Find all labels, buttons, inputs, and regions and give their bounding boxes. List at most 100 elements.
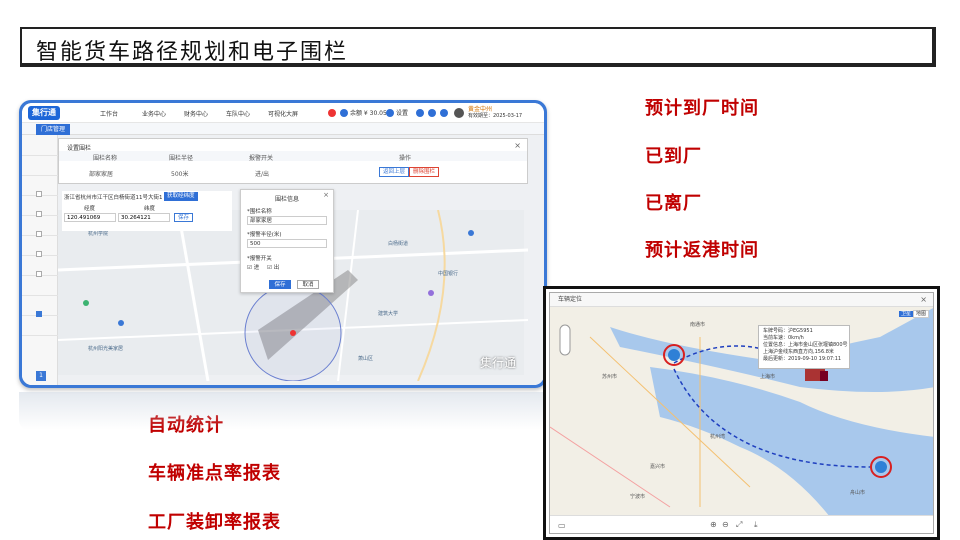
fence-dialog: 设置围栏 × 围栏名称 围栏半径 报警开关 操作 部家家居 500米 进/出 返… [58, 138, 528, 184]
app-reflection [19, 392, 547, 430]
feature-departed: 已离厂 [645, 193, 702, 214]
poi-marker [428, 290, 434, 296]
tracking-map-footer: ▭ ⊕ ⊖ ⤢ ⤓ [550, 515, 933, 533]
info-speed: 当前车速：0km/h [763, 335, 804, 341]
feature-loading-report: 工厂装卸率报表 [148, 512, 281, 533]
cell-fence-radius: 500米 [171, 171, 189, 178]
row-checkbox[interactable] [36, 271, 42, 277]
tracking-map-header: 车辆定位 × [550, 293, 933, 307]
tab-store-management[interactable]: 门店管理 [36, 124, 71, 135]
avatar[interactable] [454, 108, 464, 118]
info-updated: 最后更新：2019-09-10 19:07:11 [763, 356, 842, 362]
account-balance: 余额 ¥ 30.05 [350, 110, 387, 117]
layer-toggle[interactable]: 卫星 地图 [898, 310, 929, 318]
app-logo: 集行通 [28, 106, 60, 120]
close-icon[interactable]: × [323, 191, 329, 199]
city-label: 苏州市 [602, 374, 618, 380]
city-label: 舟山市 [850, 490, 866, 496]
tracking-map-canvas[interactable] [550, 307, 934, 517]
col-fence-radius: 围栏半径 [169, 155, 194, 162]
app-screenshot: 集行通 工作台 业务中心 财务中心 车队中心 可视化大屏 余额 ¥ 30.05 … [19, 100, 547, 388]
poi-marker [468, 230, 474, 236]
radius-input[interactable]: 500 [247, 239, 327, 248]
fence-info-popup: 围栏信息 × *围栏名称 部家家居 *报警半径(米) 500 *报警开关 ☑ 进… [240, 189, 334, 293]
tracking-map-title: 车辆定位 [558, 296, 583, 303]
map-label: 建筑大学 [378, 311, 399, 317]
row-checkbox[interactable] [36, 251, 42, 257]
bell-icon[interactable] [416, 109, 424, 117]
gear-icon[interactable] [386, 109, 394, 117]
alarm-switch-label: *报警开关 [247, 256, 272, 262]
feature-arrived: 已到厂 [645, 146, 702, 167]
lng-input[interactable]: 120.491069 [64, 213, 116, 222]
row-checkbox[interactable] [36, 191, 42, 197]
phone-icon[interactable] [428, 109, 436, 117]
nav-business[interactable]: 业务中心 [142, 109, 166, 118]
address-input[interactable]: 浙江省杭州市江干区白杨街道11号大街1 [64, 193, 162, 201]
download-icon[interactable]: ⤓ [754, 520, 758, 530]
nav-dashboard[interactable]: 可视化大屏 [268, 109, 298, 118]
save-coord-button[interactable]: 保存 [174, 213, 194, 222]
city-label: 嘉兴市 [650, 464, 666, 470]
watermark: 集行通 [479, 356, 516, 370]
zoom-in-icon[interactable]: ⊕ [710, 520, 717, 529]
popup-title: 围栏信息 [274, 196, 299, 203]
row-checkbox[interactable] [36, 231, 42, 237]
feature-eta-port: 预计返港时间 [645, 240, 759, 261]
table-rows: 1 [22, 135, 58, 385]
settings-link[interactable]: 设置 [396, 108, 408, 117]
lat-input[interactable]: 30.264121 [118, 213, 170, 222]
map-label: 白杨街道 [388, 241, 409, 247]
nav-workbench[interactable]: 工作台 [100, 109, 118, 118]
fence-name-input[interactable]: 部家家居 [247, 216, 327, 225]
satellite-toggle[interactable]: 卫星 [898, 311, 913, 317]
map-label: 中国银行 [438, 271, 459, 277]
vehicle-info-box: 车牌号码：沪EG5951 当前车速：0km/h 位置信息：上海市金山区张堰镇80… [758, 325, 850, 369]
screenshot-icon[interactable]: ▭ [558, 521, 566, 530]
info-direction: 上海沪金线东西直方向,156.8米 [763, 349, 834, 355]
alarm-opt-in[interactable]: ☑ 进 [247, 263, 259, 271]
nav-fleet[interactable]: 车队中心 [226, 109, 250, 118]
tracking-map-frame: 车辆定位 × 苏州市 上海市 南通市 嘉兴市 宁波市 舟山市 杭州湾 卫星 地图… [543, 286, 940, 540]
expire-date: 有效期至：2025-03-17 [468, 113, 523, 119]
coord-panel: 浙江省杭州市江干区白杨街道11号大街1 获取经纬度 经度 纬度 120.4910… [62, 191, 232, 231]
back-button[interactable]: 返回上层 [379, 167, 410, 177]
map-label: 杭州学院 [88, 231, 109, 237]
app-tabs: 门店管理 [22, 123, 544, 135]
popup-save-button[interactable]: 保存 [269, 280, 291, 289]
map-label: 萧山区 [358, 356, 374, 362]
pagination-current[interactable]: 1 [36, 371, 46, 381]
close-icon[interactable]: × [920, 293, 927, 307]
city-label: 宁波市 [630, 494, 646, 500]
row-checkbox[interactable] [36, 211, 42, 217]
city-label: 杭州湾 [710, 434, 726, 440]
popup-cancel-button[interactable]: 取消 [297, 280, 319, 289]
close-icon[interactable]: × [514, 141, 521, 150]
message-icon[interactable] [440, 109, 448, 117]
poi-marker [118, 320, 124, 326]
cell-alarm: 进/出 [255, 171, 270, 178]
slide-title: 智能货车路径规划和电子围栏 [36, 40, 349, 65]
feature-eta-factory: 预计到厂时间 [645, 98, 759, 119]
notify-icon[interactable] [328, 109, 336, 117]
zoom-out-icon[interactable]: ⊖ [722, 520, 729, 529]
slide: 智能货车路径规划和电子围栏 预计到厂时间 已到厂 已离厂 预计返港时间 自动统计… [0, 0, 960, 540]
lat-label: 纬度 [144, 206, 156, 212]
map-label: 杭州阳光美家居 [88, 346, 124, 352]
wallet-icon [340, 109, 348, 117]
alarm-opt-out[interactable]: ☑ 出 [267, 263, 279, 271]
col-actions: 操作 [399, 155, 412, 162]
radius-label: *报警半径(米) [247, 232, 282, 238]
col-fence-name: 围栏名称 [93, 155, 118, 162]
cell-fence-name: 部家家居 [89, 171, 114, 178]
nav-finance[interactable]: 财务中心 [184, 109, 208, 118]
info-plate: 车牌号码：沪EG5951 [763, 328, 813, 334]
map-toggle[interactable]: 地图 [912, 310, 929, 318]
lng-label: 经度 [84, 206, 96, 212]
slide-title-bar: 智能货车路径规划和电子围栏 [20, 27, 936, 67]
fullscreen-icon[interactable]: ⤢ [736, 520, 742, 530]
delete-fence-button[interactable]: 删除围栏 [409, 167, 440, 177]
row-checkbox-checked[interactable] [36, 311, 42, 317]
info-location: 位置信息：上海市金山区张堰镇800号 [763, 342, 848, 348]
get-coord-button[interactable]: 获取经纬度 [164, 192, 198, 201]
